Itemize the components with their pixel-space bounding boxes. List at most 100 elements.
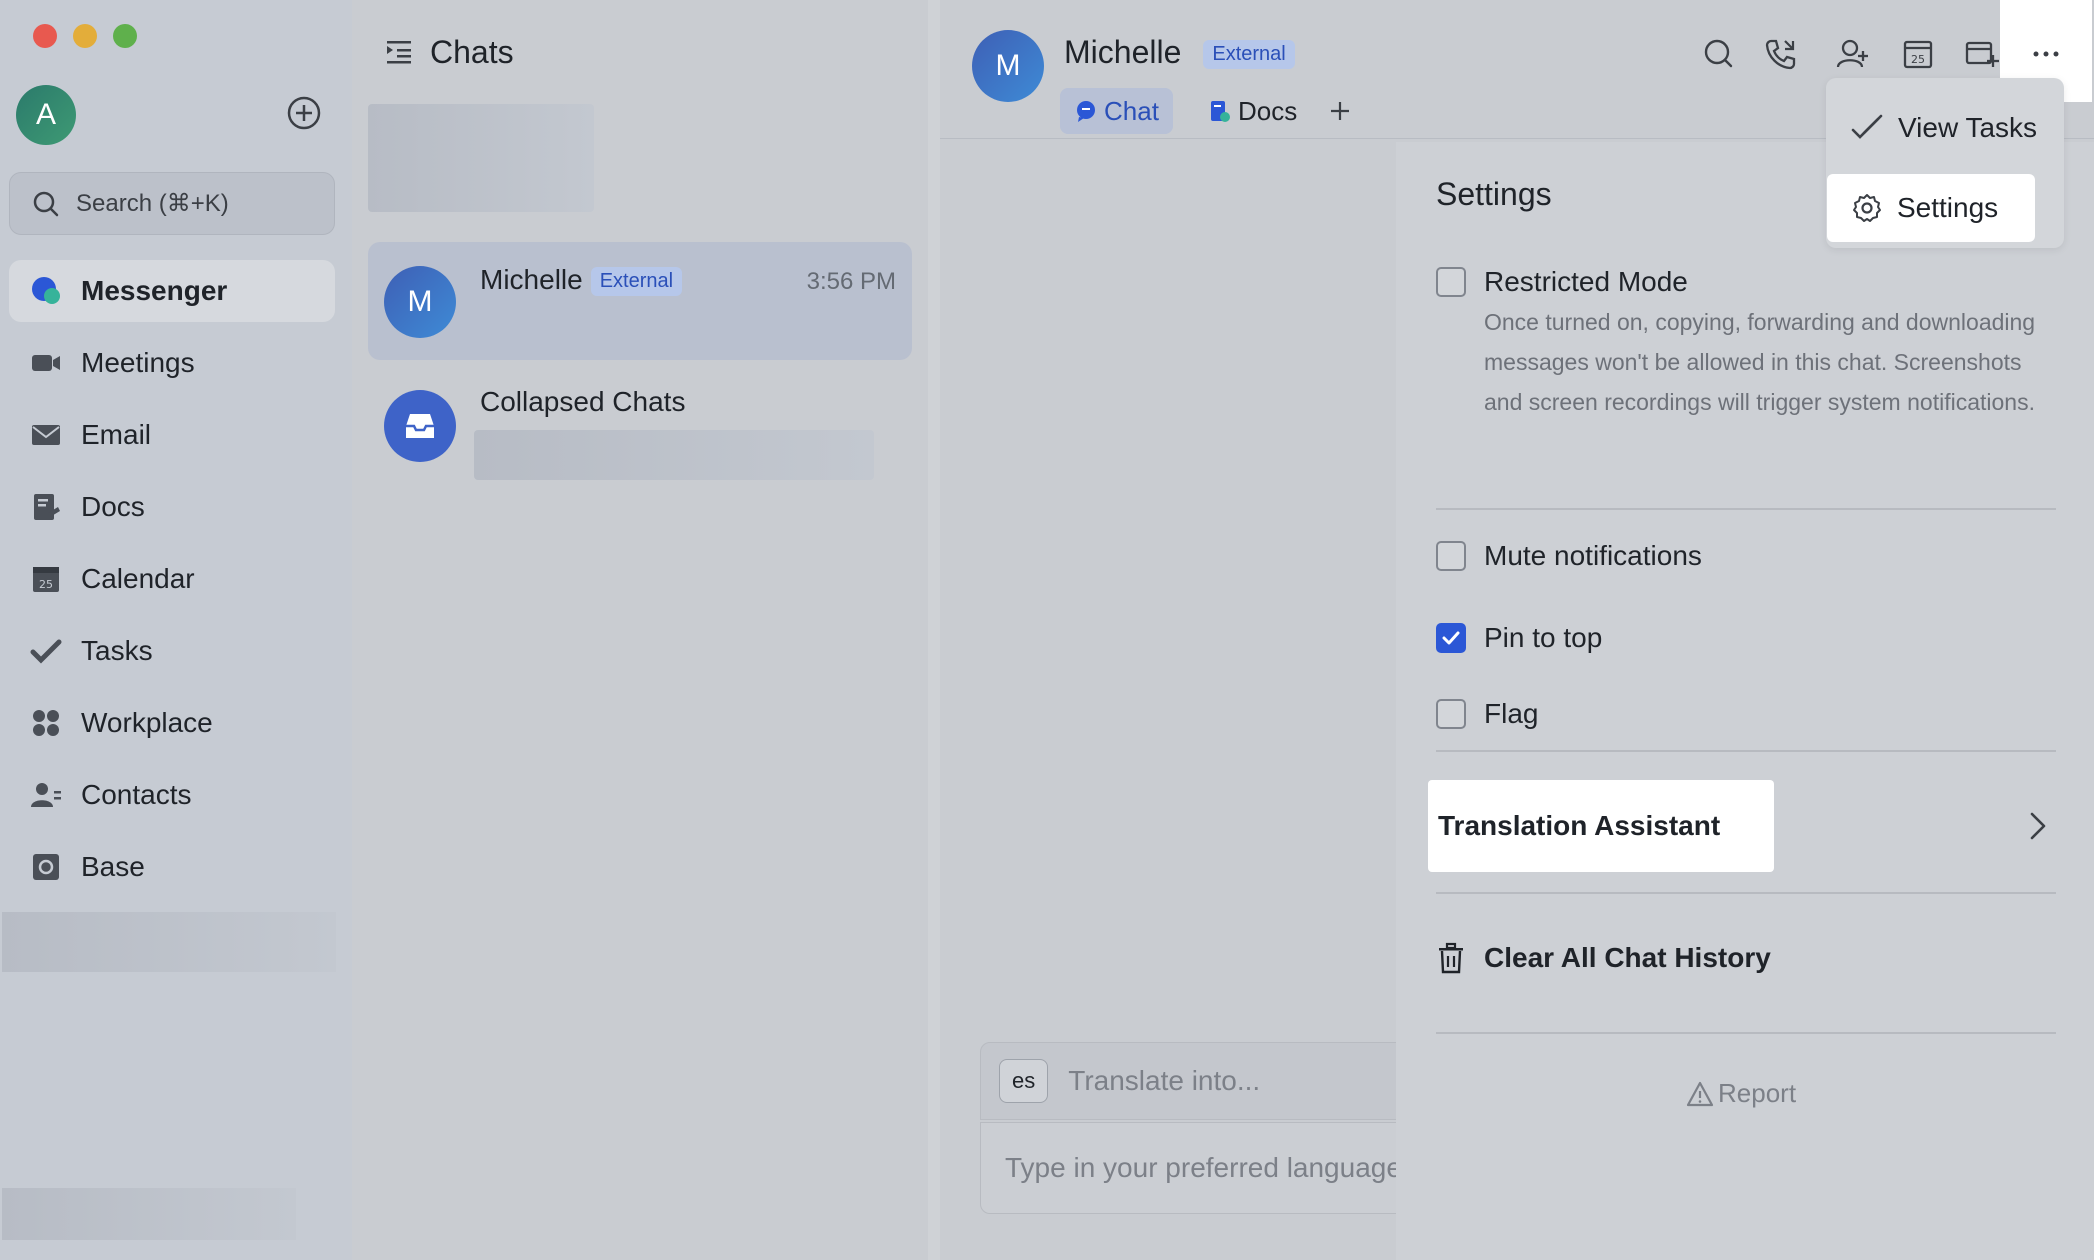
sidebar-item-email[interactable]: Email (9, 404, 335, 466)
clear-chat-history-button[interactable]: Clear All Chat History (1436, 942, 1771, 974)
chat-item-michelle[interactable]: M Michelle External 3:56 PM (368, 242, 912, 360)
calendar-icon: 25 (29, 562, 63, 596)
chat-item-collapsed-chats[interactable]: Collapsed Chats (368, 366, 912, 484)
restricted-mode-checkbox[interactable] (1436, 267, 1466, 297)
chat-name-text: Michelle (480, 264, 583, 295)
divider (1436, 1032, 2056, 1034)
collapse-list-icon[interactable] (384, 38, 414, 68)
chat-icon (1077, 101, 1095, 122)
sidebar: A Search (⌘+K) Messenger Meetings Email … (0, 0, 352, 1260)
sidebar-item-workplace[interactable]: Workplace (9, 692, 335, 754)
more-icon[interactable] (2024, 32, 2068, 76)
header-actions: 25 (940, 32, 2094, 76)
user-avatar[interactable]: A (16, 85, 76, 145)
search-input[interactable]: Search (⌘+K) (9, 172, 335, 235)
grid-icon (29, 706, 63, 740)
blurred-region (474, 430, 874, 480)
chat-timestamp: 3:56 PM (806, 268, 896, 295)
messenger-icon (29, 274, 63, 308)
pin-to-top-row[interactable]: Pin to top (1436, 622, 1602, 654)
chat-list-header: Chats (384, 34, 514, 71)
blurred-region (2, 1188, 296, 1240)
add-event-icon[interactable] (1960, 32, 2004, 76)
add-tab-button[interactable] (1314, 88, 1366, 134)
search-icon (33, 191, 59, 216)
phone-icon[interactable] (1758, 32, 1802, 76)
sidebar-item-tasks[interactable]: Tasks (9, 620, 335, 682)
add-member-icon[interactable] (1830, 32, 1874, 76)
sidebar-item-label: Meetings (81, 347, 195, 378)
menu-item-settings[interactable]: Settings (1827, 174, 2035, 242)
gear-icon (1853, 194, 1881, 222)
translation-assistant-row[interactable]: Translation Assistant (1428, 780, 1774, 872)
svg-text:25: 25 (39, 578, 53, 591)
sidebar-item-docs[interactable]: Docs (9, 476, 335, 538)
report-button[interactable]: Report (1686, 1078, 1796, 1109)
menu-item-label: Settings (1897, 192, 1999, 223)
blurred-region (2, 912, 336, 972)
chevron-right-icon[interactable] (2018, 806, 2058, 846)
language-chip[interactable]: es (999, 1059, 1049, 1103)
chat-list-panel: Chats M Michelle External 3:56 PM Collaps… (352, 0, 928, 1260)
sidebar-item-meetings[interactable]: Meetings (9, 332, 335, 394)
window-minimize-button[interactable] (73, 24, 97, 48)
window-close-button[interactable] (33, 24, 57, 48)
sidebar-item-label: Messenger (81, 275, 228, 306)
sidebar-item-label: Base (81, 851, 145, 882)
chat-name-text: Collapsed Chats (480, 386, 686, 417)
translation-assistant-label: Translation Assistant (1438, 810, 1721, 841)
chat-name: Michelle External (480, 264, 683, 297)
translate-placeholder: Translate into... (1068, 1065, 1261, 1096)
contacts-icon (29, 778, 63, 812)
window-zoom-button[interactable] (113, 24, 137, 48)
base-icon (29, 850, 63, 884)
restricted-mode-label: Restricted Mode (1484, 266, 1688, 297)
pin-to-top-checkbox[interactable] (1436, 623, 1466, 653)
avatar-letter: M (407, 285, 433, 318)
sidebar-item-base[interactable]: Base (9, 836, 335, 898)
sidebar-item-contacts[interactable]: Contacts (9, 764, 335, 826)
sidebar-item-label: Email (81, 419, 152, 450)
clear-chat-history-label: Clear All Chat History (1484, 942, 1771, 973)
avatar: M (384, 266, 456, 338)
inbox-icon (384, 390, 456, 462)
user-avatar-letter: A (35, 98, 56, 131)
external-badge: External (590, 267, 683, 297)
docs-icon (1211, 101, 1230, 122)
flag-checkbox[interactable] (1436, 699, 1466, 729)
divider (1436, 892, 2056, 894)
restricted-mode-description: Once turned on, copying, forwarding and … (1484, 309, 2036, 415)
menu-item-label: View Tasks (1898, 112, 2038, 143)
search-placeholder: Search (⌘+K) (76, 190, 229, 217)
tab-docs[interactable]: Docs (1194, 88, 1311, 134)
blurred-region (368, 104, 594, 212)
tab-label: Chat (1104, 95, 1159, 126)
warning-icon (1686, 1081, 1714, 1106)
tab-label: Docs (1238, 95, 1298, 126)
tasks-icon (29, 634, 63, 668)
search-icon[interactable] (1696, 32, 1740, 76)
chat-list-title: Chats (430, 34, 514, 70)
sidebar-item-calendar[interactable]: 25 Calendar (9, 548, 335, 610)
video-camera-icon (29, 346, 63, 380)
flag-label: Flag (1484, 698, 1539, 729)
plus-icon (1331, 102, 1349, 120)
sidebar-item-label: Workplace (81, 707, 213, 738)
sidebar-item-messenger[interactable]: Messenger (9, 260, 335, 322)
calendar-icon[interactable]: 25 (1896, 32, 1940, 76)
menu-item-view-tasks[interactable]: View Tasks (1826, 94, 2064, 162)
restricted-mode-row[interactable]: Restricted Mode (1436, 266, 1688, 298)
add-circle-icon[interactable] (286, 95, 322, 131)
view-tasks-icon (1851, 114, 1883, 139)
more-dropdown-menu: View Tasks Settings (1826, 78, 2064, 248)
sidebar-item-label: Docs (81, 491, 145, 522)
checkmark-icon (1442, 631, 1460, 645)
mute-notifications-row[interactable]: Mute notifications (1436, 540, 1702, 572)
sidebar-item-label: Calendar (81, 563, 195, 594)
flag-row[interactable]: Flag (1436, 698, 1538, 730)
settings-panel: Settings Restricted Mode Once turned on,… (1396, 142, 2094, 1260)
trash-icon (1439, 942, 1463, 974)
svg-text:25: 25 (1911, 53, 1925, 66)
mute-notifications-checkbox[interactable] (1436, 541, 1466, 571)
tab-chat[interactable]: Chat (1060, 88, 1173, 134)
